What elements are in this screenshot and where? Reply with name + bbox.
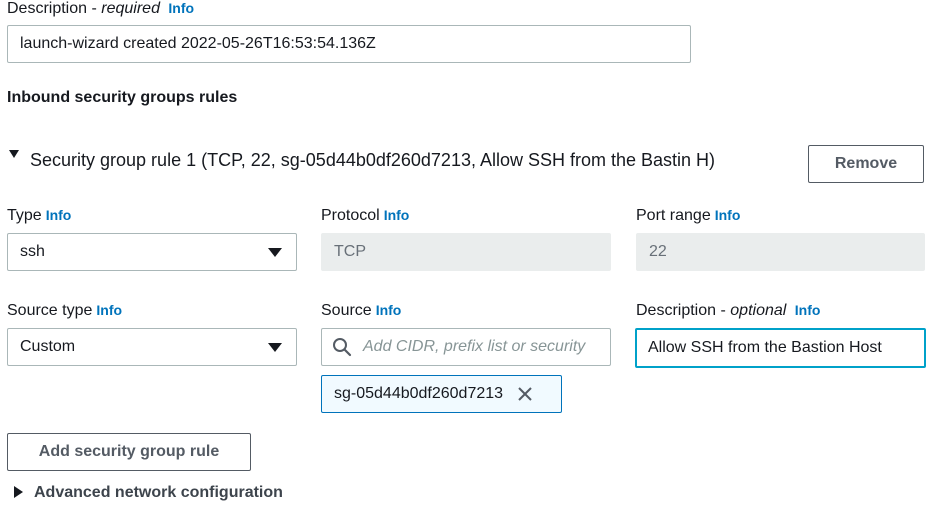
description-input-value: launch-wizard created 2022-05-26T16:53:5… [20,35,376,52]
description-info-link[interactable]: Info [168,0,194,16]
remove-button[interactable]: Remove [808,145,924,183]
type-info-link[interactable]: Info [46,207,72,223]
port-range-label-row: Port range Info [636,207,740,225]
description-input[interactable]: launch-wizard created 2022-05-26T16:53:5… [7,25,691,63]
rule-description-qualifier: optional [730,302,787,319]
port-range-value: 22 [649,243,667,260]
source-label: Source [321,302,372,319]
type-select[interactable]: ssh [7,233,297,271]
source-search-input[interactable]: Add CIDR, prefix list or security [321,328,611,366]
type-label-row: Type Info [7,207,71,225]
rule-description-label: Description [636,302,717,319]
caret-down-icon [268,343,282,352]
description-label-row: Description - required Info [7,0,195,17]
rule-description-label-row: Description - optional Info [636,302,821,319]
source-type-label-row: Source type Info [7,302,122,320]
source-type-label: Source type [7,302,93,319]
remove-button-label: Remove [834,155,898,172]
port-range-info-link[interactable]: Info [715,207,741,223]
protocol-value: TCP [334,243,366,260]
rule-description-info-link[interactable]: Info [795,302,821,318]
rule-description-value: Allow SSH from the Bastion Host [648,339,882,356]
search-icon [333,338,352,357]
collapse-triangle-icon[interactable] [9,150,19,158]
advanced-network-configuration-toggle[interactable]: Advanced network configuration [34,484,283,502]
port-range-label: Port range [636,207,711,224]
source-type-select[interactable]: Custom [7,328,297,366]
description-label: Description [7,0,88,17]
protocol-label-row: Protocol Info [321,207,409,225]
type-label: Type [7,207,42,224]
source-type-info-link[interactable]: Info [96,302,122,318]
inbound-rules-heading: Inbound security groups rules [7,89,238,106]
add-security-group-rule-button[interactable]: Add security group rule [7,433,251,471]
source-label-row: Source Info [321,302,401,320]
source-info-link[interactable]: Info [376,302,402,318]
rule-description-input[interactable]: Allow SSH from the Bastion Host [635,328,926,368]
description-qualifier: required [101,0,160,17]
protocol-label: Protocol [321,207,380,224]
type-select-value: ssh [20,243,45,260]
source-search-placeholder: Add CIDR, prefix list or security [363,338,586,355]
protocol-input: TCP [321,233,611,271]
protocol-info-link[interactable]: Info [384,207,410,223]
source-type-select-value: Custom [20,338,76,355]
source-token-label: sg-05d44b0df260d7213 [334,385,504,402]
source-token: sg-05d44b0df260d7213 [321,375,562,413]
expand-triangle-icon[interactable] [14,486,23,498]
rule-title[interactable]: Security group rule 1 (TCP, 22, sg-05d44… [30,150,715,171]
port-range-input: 22 [636,233,925,271]
add-rule-label: Add security group rule [38,443,220,460]
close-icon[interactable] [516,385,534,403]
caret-down-icon [268,248,282,257]
